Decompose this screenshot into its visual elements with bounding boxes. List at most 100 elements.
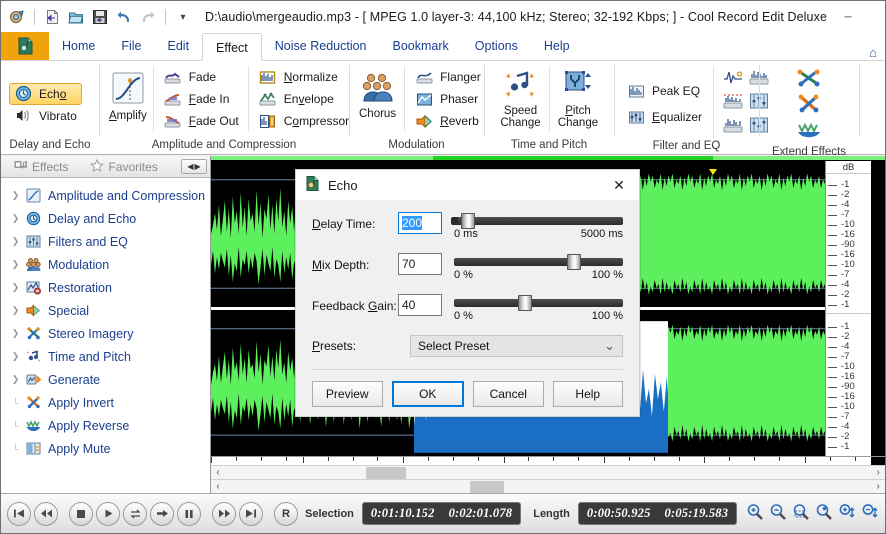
effect-phaser-button[interactable]: Phaser: [410, 88, 486, 110]
vertical-scroll-stub[interactable]: [871, 161, 885, 456]
tab-help[interactable]: Help: [531, 32, 583, 60]
ribbon-help-icon[interactable]: ⌂: [869, 45, 877, 60]
pause-button[interactable]: [177, 502, 201, 526]
chevron-right-icon[interactable]: ❯: [9, 327, 22, 340]
scroll-left-icon[interactable]: ‹: [211, 466, 225, 480]
sidebar-item-amplitude-and-compression[interactable]: ❯ Amplitude and Compression: [1, 184, 210, 207]
maximize-button[interactable]: ☐: [869, 1, 886, 33]
echo-dialog[interactable]: Echo ✕ Delay Time: 200 0 ms 5000 ms: [295, 169, 640, 417]
zoom-to-selection-button[interactable]: [792, 503, 810, 524]
scroll-thumb[interactable]: [366, 467, 406, 479]
tab-bookmark[interactable]: Bookmark: [380, 32, 462, 60]
mix-depth-input[interactable]: 70: [398, 253, 442, 275]
app-logo-button[interactable]: [1, 32, 49, 60]
zoom-out-vertical-button[interactable]: [861, 503, 879, 524]
scroll-right-icon[interactable]: ›: [871, 480, 885, 494]
cancel-button[interactable]: Cancel: [473, 381, 544, 407]
rewind-button[interactable]: [34, 502, 58, 526]
scroll-right-icon[interactable]: ›: [871, 466, 885, 480]
effect-vibrato-button[interactable]: Vibrato: [9, 105, 82, 127]
sidebar-tab-effects[interactable]: Effects: [4, 157, 78, 176]
zoom-in-vertical-button[interactable]: [838, 503, 856, 524]
chevron-down-icon[interactable]: ⌄: [604, 342, 615, 350]
zoom-full-button[interactable]: [815, 503, 833, 524]
effect-chorus-button[interactable]: Chorus: [357, 66, 398, 123]
effect-equalizer-button[interactable]: Equalizer: [622, 104, 707, 130]
customize-qat-icon[interactable]: ▾: [173, 7, 193, 27]
tab-file[interactable]: File: [108, 32, 154, 60]
effect-speed-change-button[interactable]: SpeedChange: [492, 66, 549, 132]
effect-reverb-button[interactable]: Reverb: [410, 110, 486, 132]
sidebar-item-filters-and-eq[interactable]: ❯ Filters and EQ: [1, 230, 210, 253]
presets-select[interactable]: Select Preset ⌄: [410, 335, 623, 357]
play-button[interactable]: [96, 502, 120, 526]
new-file-icon[interactable]: [42, 7, 62, 27]
band-pass-icon[interactable]: [723, 116, 743, 137]
go-to-start-button[interactable]: [7, 502, 31, 526]
ok-button[interactable]: OK: [392, 381, 465, 407]
feedback-gain-input[interactable]: 40: [398, 294, 442, 316]
zoom-out-button[interactable]: [769, 503, 787, 524]
effect-echo-button[interactable]: Echo: [9, 83, 82, 105]
undo-icon[interactable]: [114, 7, 134, 27]
fft-filter-icon[interactable]: [723, 68, 743, 89]
scroll-left-icon[interactable]: ‹: [211, 480, 225, 494]
stereo-imagery-icon[interactable]: [796, 67, 822, 92]
sidebar-item-restoration[interactable]: ❯ Restoration: [1, 276, 210, 299]
feedback-gain-slider-thumb[interactable]: [518, 295, 532, 311]
timeline-ruler[interactable]: hms 0:50.0 1:40.0 2:30.0 3:20.0 4:10.0 5…: [211, 456, 885, 465]
stop-button[interactable]: [69, 502, 93, 526]
effect-envelope-button[interactable]: Envelope: [254, 88, 354, 110]
horizontal-scrollbar-bottom[interactable]: ‹ ›: [211, 479, 885, 493]
sidebar-item-apply-mute[interactable]: └ Apply Mute: [1, 437, 210, 460]
record-button[interactable]: R: [274, 502, 298, 526]
sidebar-item-time-and-pitch[interactable]: ❯ Time and Pitch: [1, 345, 210, 368]
mix-depth-slider[interactable]: [454, 258, 623, 266]
delay-time-slider[interactable]: [454, 217, 623, 225]
length-time-box[interactable]: 0:00:50.925 0:05:19.583: [578, 502, 737, 525]
mix-depth-slider-thumb[interactable]: [567, 254, 581, 270]
tab-effect[interactable]: Effect: [202, 33, 262, 61]
sidebar-item-special[interactable]: ❯ Special: [1, 299, 210, 322]
sidebar-tab-favorites[interactable]: Favorites: [80, 157, 167, 177]
dialog-close-button[interactable]: ✕: [599, 170, 639, 200]
effect-pitch-change-button[interactable]: PitchChange: [549, 66, 606, 132]
sidebar-item-delay-and-echo[interactable]: ❯ Delay and Echo: [1, 207, 210, 230]
effect-compressor-button[interactable]: Compressor: [254, 110, 354, 132]
invert-icon[interactable]: [796, 93, 822, 118]
save-file-icon[interactable]: [90, 7, 110, 27]
zoom-in-button[interactable]: [746, 503, 764, 524]
preview-button[interactable]: Preview: [312, 381, 383, 407]
chevron-right-icon[interactable]: ❯: [9, 189, 22, 202]
tab-home[interactable]: Home: [49, 32, 108, 60]
effect-fade-out-button[interactable]: Fade Out: [159, 110, 244, 132]
scroll-thumb[interactable]: [470, 481, 504, 493]
selection-end-marker[interactable]: [709, 169, 717, 175]
open-file-icon[interactable]: [66, 7, 86, 27]
help-button[interactable]: Help: [553, 381, 624, 407]
chevron-right-icon[interactable]: ❯: [9, 281, 22, 294]
sidebar-item-stereo-imagery[interactable]: ❯ Stereo Imagery: [1, 322, 210, 345]
fast-forward-button[interactable]: [212, 502, 236, 526]
reverse-icon[interactable]: [796, 119, 822, 144]
chevron-right-icon[interactable]: ❯: [9, 350, 22, 363]
chevron-right-icon[interactable]: ❯: [9, 258, 22, 271]
effect-fade-button[interactable]: Fade: [159, 66, 244, 88]
selection-time-box[interactable]: 0:01:10.152 0:02:01.078: [362, 502, 521, 525]
sidebar-item-apply-reverse[interactable]: └ Apply Reverse: [1, 414, 210, 437]
play-selection-button[interactable]: [150, 502, 174, 526]
feedback-gain-slider[interactable]: [454, 299, 623, 307]
go-to-end-button[interactable]: [239, 502, 263, 526]
effect-fade-in-button[interactable]: Fade In: [159, 88, 244, 110]
notch-filter-icon[interactable]: [723, 92, 743, 113]
effect-amplify-button[interactable]: Amplify: [107, 66, 149, 125]
tab-edit[interactable]: Edit: [155, 32, 203, 60]
tab-noise-reduction[interactable]: Noise Reduction: [262, 32, 380, 60]
delay-time-input[interactable]: 200: [398, 212, 442, 234]
delay-time-slider-thumb[interactable]: [461, 213, 475, 229]
horizontal-scrollbar-top[interactable]: ‹ ›: [211, 465, 885, 479]
sidebar-nav-arrows[interactable]: ◀▶: [181, 159, 207, 174]
sidebar-item-generate[interactable]: ❯ Generate: [1, 368, 210, 391]
chevron-right-icon[interactable]: ❯: [9, 304, 22, 317]
loop-button[interactable]: [123, 502, 147, 526]
